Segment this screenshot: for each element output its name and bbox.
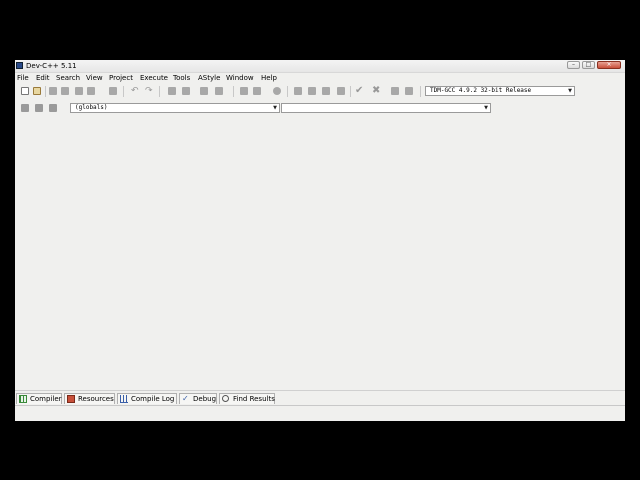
minimize-button[interactable]: – (567, 61, 580, 69)
tab-debug[interactable]: ✓ Debug (179, 393, 217, 404)
chevron-down-icon: ▼ (484, 105, 488, 111)
indent-icon[interactable] (240, 87, 248, 95)
member-select[interactable]: ▼ (281, 103, 491, 113)
scope-select-value: (globals) (75, 104, 108, 111)
delete-profile-icon[interactable] (405, 87, 413, 95)
toolbar-separator (420, 86, 421, 97)
menu-window[interactable]: Window (226, 73, 254, 83)
scope-select[interactable]: (globals) ▼ (70, 103, 280, 113)
unindent-icon[interactable] (253, 87, 261, 95)
toggle-icon[interactable] (35, 104, 43, 112)
rebuild-all-icon[interactable] (337, 87, 345, 95)
toolbar-separator (45, 86, 46, 97)
class-toolbar: (globals) ▼ ▼ (15, 101, 495, 116)
tab-find-results-label: Find Results (233, 395, 275, 403)
stop-execution-icon[interactable]: ✖ (372, 86, 380, 96)
toolbar-separator (123, 86, 124, 97)
compiler-select-value: TDM-GCC 4.9.2 32-bit Release (430, 87, 532, 94)
print-icon[interactable] (109, 87, 117, 95)
tab-compiler-label: Compiler (30, 395, 62, 403)
toolbar-separator (350, 86, 351, 97)
menu-view[interactable]: View (86, 73, 103, 83)
main-toolbar: ↶ ↷ ✔ ✖ TDM-GCC 4.9.2 32-bit Release ▼ (15, 84, 580, 99)
compiler-select[interactable]: TDM-GCC 4.9.2 32-bit Release ▼ (425, 86, 575, 96)
editor-area[interactable] (15, 116, 625, 390)
menu-bar: File Edit Search View Project Execute To… (15, 72, 625, 83)
goto-line-icon[interactable] (215, 87, 223, 95)
syntax-check-icon[interactable]: ✔ (355, 86, 363, 96)
chart-icon (120, 395, 128, 403)
bottom-panel-tabs: Compiler Resources Compile Log ✓ Debug F… (15, 390, 625, 405)
toolbar-separator (159, 86, 160, 97)
replace-icon[interactable] (182, 87, 190, 95)
menu-execute[interactable]: Execute (140, 73, 168, 83)
tab-find-results[interactable]: Find Results (219, 393, 275, 404)
menu-project[interactable]: Project (109, 73, 133, 83)
chevron-down-icon: ▼ (273, 105, 277, 111)
resources-icon (67, 395, 75, 403)
tab-debug-label: Debug (193, 395, 217, 403)
maximize-button[interactable]: □ (582, 61, 595, 69)
save-icon[interactable] (49, 87, 57, 95)
menu-tools[interactable]: Tools (173, 73, 190, 83)
find-icon[interactable] (168, 87, 176, 95)
toolbar-separator (287, 86, 288, 97)
compile-run-icon[interactable] (322, 87, 330, 95)
window-title: Dev-C++ 5.11 (26, 62, 77, 70)
menu-astyle[interactable]: AStyle (198, 73, 220, 83)
dev-cpp-window: Dev-C++ 5.11 – □ × File Edit Search View… (15, 60, 625, 421)
undo-icon[interactable]: ↶ (131, 87, 139, 96)
profile-icon[interactable] (391, 87, 399, 95)
find-next-icon[interactable] (200, 87, 208, 95)
insert-icon[interactable] (21, 104, 29, 112)
toolbar-separator (233, 86, 234, 97)
compile-icon[interactable] (294, 87, 302, 95)
find-icon (222, 395, 229, 402)
close-all-icon[interactable] (87, 87, 95, 95)
goto-icon[interactable] (49, 104, 57, 112)
tab-compile-log[interactable]: Compile Log (117, 393, 177, 404)
toggle-bookmark-icon[interactable] (273, 87, 281, 95)
compiler-grid-icon (19, 395, 27, 403)
menu-search[interactable]: Search (56, 73, 80, 83)
debug-check-icon: ✓ (182, 394, 189, 403)
app-icon (16, 62, 23, 69)
run-icon[interactable] (308, 87, 316, 95)
status-bar (15, 405, 625, 421)
save-all-icon[interactable] (61, 87, 69, 95)
open-file-icon[interactable] (33, 87, 41, 95)
tab-resources[interactable]: Resources (64, 393, 115, 404)
tab-resources-label: Resources (78, 395, 114, 403)
menu-edit[interactable]: Edit (36, 73, 50, 83)
chevron-down-icon: ▼ (568, 88, 572, 94)
menu-help[interactable]: Help (261, 73, 277, 83)
tab-compile-log-label: Compile Log (131, 395, 175, 403)
new-file-icon[interactable] (21, 87, 29, 95)
menu-file[interactable]: File (17, 73, 29, 83)
close-file-icon[interactable] (75, 87, 83, 95)
redo-icon[interactable]: ↷ (145, 87, 153, 96)
tab-compiler[interactable]: Compiler (16, 393, 62, 404)
close-button[interactable]: × (597, 61, 621, 69)
